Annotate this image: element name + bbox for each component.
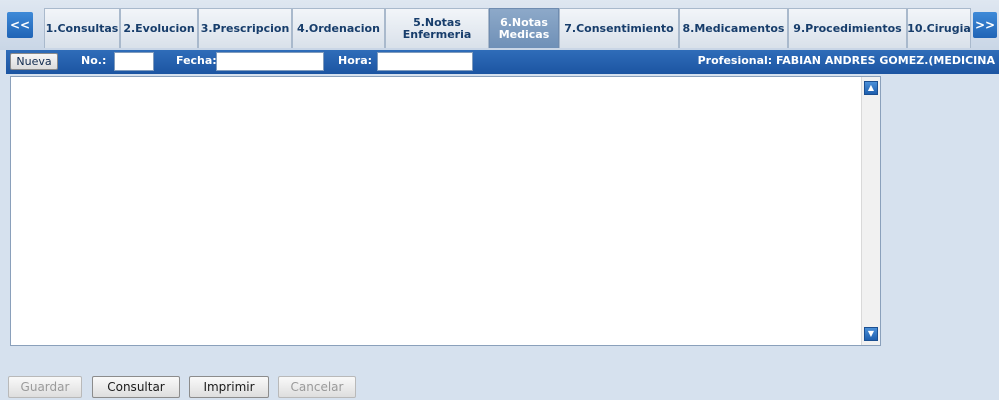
guardar-button[interactable]: Guardar	[8, 376, 82, 398]
profesional-text: Profesional: FABIAN ANDRES GOMEZ.(MEDICI…	[697, 54, 995, 67]
consultar-button[interactable]: Consultar	[92, 376, 180, 398]
hora-label: Hora:	[338, 54, 373, 67]
tab-bar: << 1.Consultas 2.Evolucion 3.Prescripcio…	[0, 0, 999, 50]
tab-procedimientos[interactable]: 9.Procedimientos	[788, 8, 907, 48]
tab-notas-enfermeria[interactable]: 5.Notas Enfermeria	[385, 8, 489, 48]
no-label: No.:	[81, 54, 107, 67]
hora-field[interactable]	[377, 52, 473, 71]
tab-evolucion[interactable]: 2.Evolucion	[120, 8, 198, 48]
note-toolbar: Nueva No.: Fecha: Hora: Profesional: FAB…	[6, 50, 999, 74]
fecha-field[interactable]	[216, 52, 324, 71]
imprimir-button[interactable]: Imprimir	[189, 376, 269, 398]
tabs-prev-button[interactable]: <<	[7, 12, 33, 38]
scroll-up-icon[interactable]: ▲	[864, 81, 878, 95]
scroll-down-icon[interactable]: ▼	[864, 327, 878, 341]
tab-cirugia[interactable]: 10.Cirugia	[907, 8, 971, 48]
tab-consultas[interactable]: 1.Consultas	[44, 8, 120, 48]
tab-medicamentos[interactable]: 8.Medicamentos	[679, 8, 788, 48]
note-editor[interactable]: ▲ ▼	[10, 76, 881, 346]
tab-consentimiento[interactable]: 7.Consentimiento	[559, 8, 679, 48]
tab-ordenacion[interactable]: 4.Ordenacion	[292, 8, 385, 48]
editor-scrollbar[interactable]: ▲ ▼	[861, 77, 880, 345]
tabs-next-button[interactable]: >>	[973, 12, 997, 38]
new-note-button[interactable]: Nueva	[10, 53, 58, 70]
fecha-label: Fecha:	[176, 54, 217, 67]
tab-prescripcion[interactable]: 3.Prescripcion	[198, 8, 292, 48]
no-field[interactable]	[114, 52, 154, 71]
cancelar-button[interactable]: Cancelar	[278, 376, 356, 398]
tab-notas-medicas[interactable]: 6.Notas Medicas	[489, 8, 559, 48]
